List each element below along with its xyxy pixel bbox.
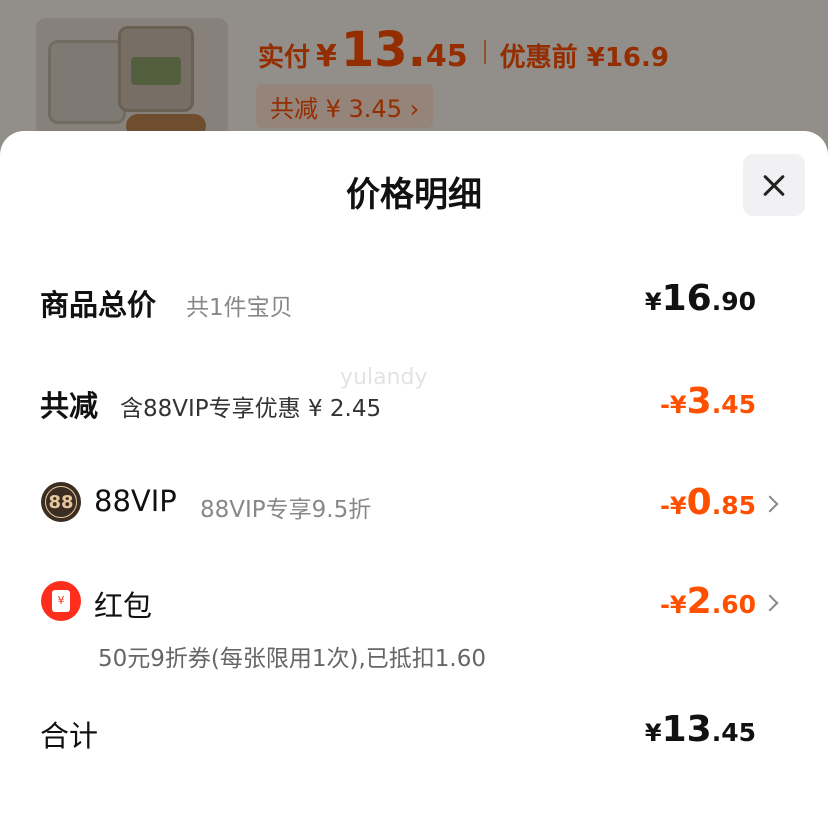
vip-discount-note: 含88VIP专享优惠 ¥ 2.45 <box>120 396 382 422</box>
total-reduce-row: 共减 含88VIP专享优惠 ¥ 2.45 -¥ 3 .45 <box>0 379 828 429</box>
goods-count: 共1件宝贝 <box>186 295 293 321</box>
vip-discount-row[interactable]: 88 88VIP 88VIP专享9.5折 -¥ 0 .85 <box>0 478 828 528</box>
final-total-row: 合计 ¥ 13 .45 <box>0 709 828 759</box>
goods-total-row: 商品总价 共1件宝贝 ¥ 16 .90 <box>0 278 828 328</box>
red-packet-icon: ¥ <box>41 581 81 621</box>
chevron-right-icon <box>761 594 779 612</box>
vip-name: 88VIP <box>94 484 177 518</box>
goods-total-label: 商品总价 <box>40 288 157 322</box>
red-packet-row[interactable]: ¥ 红包 -¥ 2 .60 50元9折券(每张限用1次),已抵扣1.60 <box>0 577 828 677</box>
vip-discount-amount: -¥ 0 .85 <box>659 482 756 523</box>
price-detail-sheet: 价格明细 yulandy 商品总价 共1件宝贝 ¥ 16 .90 共减 含88V… <box>0 131 828 823</box>
red-packet-name: 红包 <box>94 589 153 623</box>
final-total-label: 合计 <box>40 719 99 753</box>
final-total-amount: ¥ 13 .45 <box>644 709 756 750</box>
sheet-title: 价格明细 <box>346 175 482 215</box>
total-reduce-amount: -¥ 3 .45 <box>659 381 756 422</box>
vip-88-icon: 88 <box>41 482 81 522</box>
close-button[interactable] <box>743 154 805 216</box>
red-packet-detail: 50元9折券(每张限用1次),已抵扣1.60 <box>98 646 487 672</box>
red-packet-amount: -¥ 2 .60 <box>659 581 756 622</box>
goods-total-amount: ¥ 16 .90 <box>644 278 756 319</box>
vip-discount-detail: 88VIP专享9.5折 <box>200 497 372 523</box>
chevron-right-icon <box>761 495 779 513</box>
total-reduce-label: 共减 <box>40 389 99 423</box>
